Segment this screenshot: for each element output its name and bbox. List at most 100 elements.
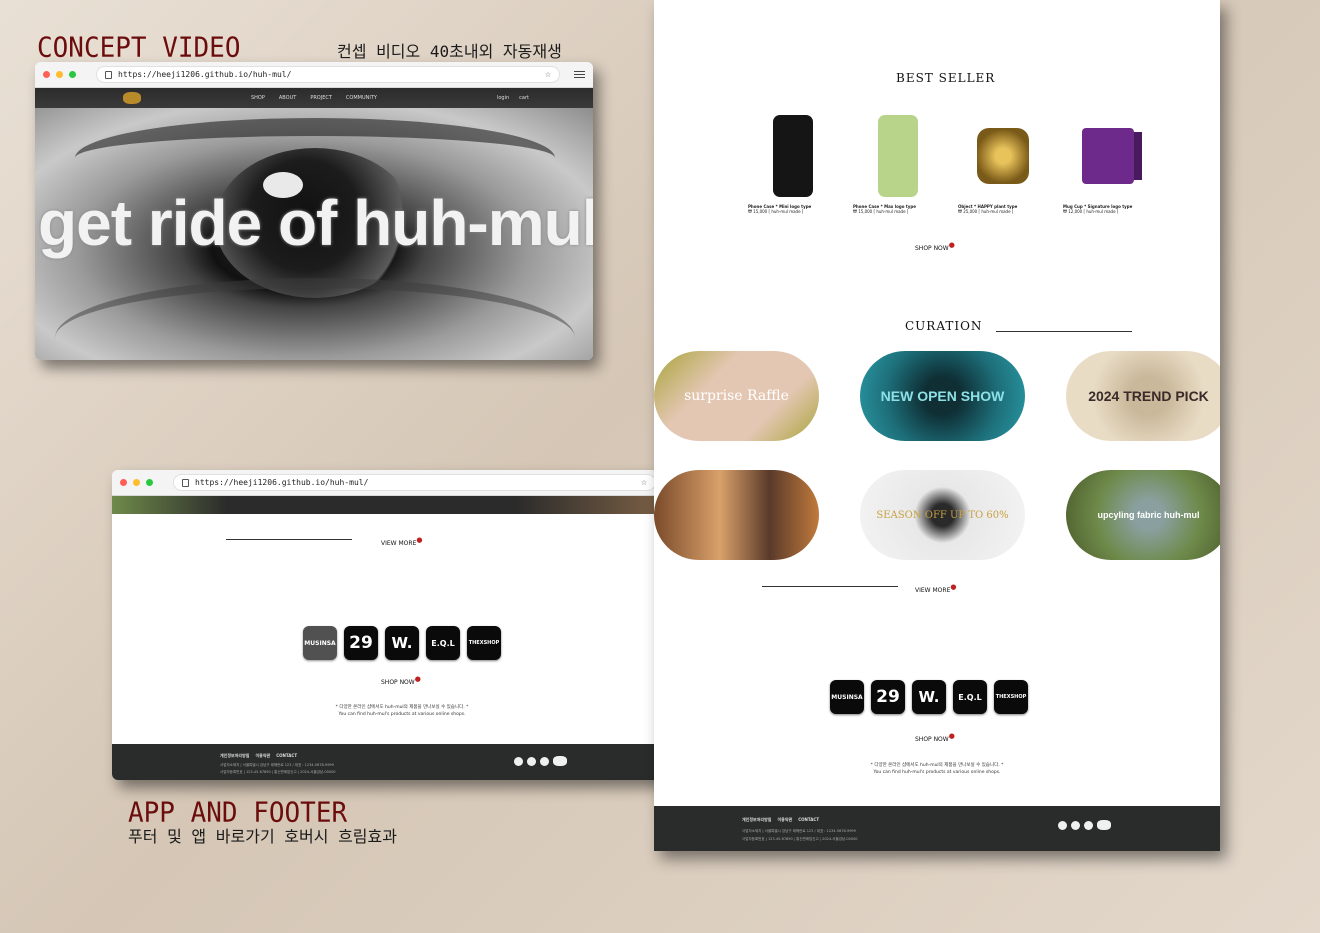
phone-case-image [878, 115, 918, 197]
logo-icon[interactable] [123, 92, 141, 104]
footer-social-icons [514, 756, 567, 766]
bookmark-star-icon[interactable]: ☆ [641, 477, 647, 488]
concept-video[interactable]: get ride of huh-mul [35, 108, 593, 360]
minimize-dot[interactable] [56, 71, 63, 78]
eql-app-icon[interactable]: E.Q.L [953, 680, 987, 714]
lock-icon [182, 478, 189, 487]
footer-info-1: 사업자소재지 | 서울특별시 강남구 테헤란로 123 / 대표 : 1234-… [742, 829, 856, 833]
address-bar[interactable]: https://heeji1206.github.io/huh-mul/ ☆ [173, 474, 656, 491]
product-price: ₩ 15,000 [ huh-mul made ] [748, 209, 804, 214]
concept-video-subtitle: 컨셉 비디오 40초내외 자동재생 [337, 42, 562, 61]
logo-icon[interactable] [553, 756, 567, 766]
thexshop-app-icon[interactable]: THEXSHOP [467, 626, 501, 660]
phone-case-image [773, 115, 813, 197]
note-korean: * 다양한 온라인 샵에서도 huh-mul의 제품을 만나보실 수 있습니다.… [335, 705, 469, 710]
close-dot[interactable] [120, 479, 127, 486]
shop-now-link[interactable]: SHOP NOW● [915, 732, 955, 743]
view-more-link[interactable]: VIEW MORE● [381, 536, 422, 547]
prev-arrow[interactable] [226, 539, 352, 540]
prev-arrow[interactable] [762, 586, 898, 587]
curation-card-label: surprise Raffle [684, 388, 789, 404]
online-shop-note: * 다양한 온라인 샵에서도 huh-mul의 제품을 만나보실 수 있습니다.… [807, 762, 1067, 776]
concept-video-title: CONCEPT VIDEO [37, 32, 241, 64]
app-footer-subtitle: 푸터 및 앱 바로가기 호버시 흐림효과 [128, 827, 397, 846]
nav-about[interactable]: ABOUT [279, 95, 296, 101]
concept-video-window: https://heeji1206.github.io/huh-mul/ ☆ S… [35, 62, 593, 360]
view-more-link[interactable]: VIEW MORE● [915, 583, 956, 594]
thexshop-app-icon[interactable]: THEXSHOP [994, 680, 1028, 714]
browser-toolbar: https://heeji1206.github.io/huh-mul/ ☆ [112, 470, 689, 496]
curation-card-trend-pick[interactable]: 2024 TREND PICK [1066, 351, 1220, 441]
curation-card-upcycling[interactable]: upcyling fabric huh-mul [1066, 470, 1220, 560]
shop-now-label: SHOP NOW [915, 736, 949, 743]
footer-info-2: 사업자등록번호 | 123-45-67890 | 통신판매업신고 | 2024-… [220, 770, 336, 774]
footer-privacy-link[interactable]: 개인정보처리방침 [742, 817, 771, 823]
curation-card-raffle[interactable]: surprise Raffle [654, 351, 819, 441]
instagram-icon[interactable] [1084, 820, 1093, 830]
shop-now-label: SHOP NOW [915, 245, 949, 252]
url-text: https://heeji1206.github.io/huh-mul/ [195, 478, 369, 487]
product-price: ₩ 12,000 [ huh-mul made ] [1063, 209, 1119, 214]
footer-terms-link[interactable]: 이용약관 [255, 753, 270, 759]
eql-app-icon[interactable]: E.Q.L [426, 626, 460, 660]
curation-title: CURATION [905, 319, 983, 333]
musinsa-app-icon[interactable]: MUSINSA [303, 626, 337, 660]
curation-card-label: SEASON OFF UP TO 60% [876, 509, 1009, 521]
note-english: You can find huh-mul's products at vario… [338, 712, 466, 717]
next-arrow[interactable] [996, 331, 1132, 332]
talk-icon[interactable] [514, 756, 523, 766]
nav-project[interactable]: PROJECT [310, 95, 332, 101]
youtube-icon[interactable] [1071, 820, 1080, 830]
view-more-label: VIEW MORE [915, 587, 951, 594]
shop-now-link[interactable]: SHOP NOW● [381, 675, 421, 686]
curation-card-label: 2024 TREND PICK [1088, 388, 1209, 404]
maximize-dot[interactable] [69, 71, 76, 78]
bookmark-star-icon[interactable]: ☆ [545, 69, 551, 80]
wconcept-app-icon[interactable]: W. [385, 626, 419, 660]
note-korean: * 다양한 온라인 샵에서도 huh-mul의 제품을 만나보실 수 있습니다.… [870, 763, 1004, 768]
footer: 개인정보처리방침 이용약관 CONTACT 사업자소재지 | 서울특별시 강남구… [112, 744, 689, 780]
app-footer-window: https://heeji1206.github.io/huh-mul/ ☆ V… [112, 470, 689, 780]
curation-card-label: upcyling fabric huh-mul [1097, 510, 1200, 520]
nav-cart[interactable]: cart [519, 95, 529, 101]
app-shortcuts: MUSINSA 29 W. E.Q.L THEXSHOP [303, 626, 501, 660]
curation-card-people[interactable] [654, 470, 819, 560]
logo-icon[interactable] [1097, 820, 1111, 830]
close-dot[interactable] [43, 71, 50, 78]
maximize-dot[interactable] [146, 479, 153, 486]
menu-icon[interactable] [574, 71, 585, 78]
online-shop-note: * 다양한 온라인 샵에서도 huh-mul의 제품을 만나보실 수 있습니다.… [272, 704, 532, 718]
red-dot: ● [416, 536, 423, 544]
musinsa-app-icon[interactable]: MUSINSA [830, 680, 864, 714]
minimize-dot[interactable] [133, 479, 140, 486]
footer-privacy-link[interactable]: 개인정보처리방침 [220, 753, 249, 759]
wconcept-app-icon[interactable]: W. [912, 680, 946, 714]
footer-links: 개인정보처리방침 이용약관 CONTACT [742, 817, 819, 823]
nav-shop[interactable]: SHOP [251, 95, 265, 101]
product-card[interactable]: Phone Case * Mini logo type ₩ 15,000 [ h… [748, 112, 838, 214]
product-card[interactable]: Object * HAPPY plant type ₩ 25,000 [ huh… [958, 112, 1048, 214]
mug-image [1082, 128, 1134, 184]
view-more-label: VIEW MORE [381, 540, 417, 547]
instagram-icon[interactable] [540, 756, 549, 766]
product-card[interactable]: Phone Case * Max logo type ₩ 15,000 [ hu… [853, 112, 943, 214]
footer-contact-link[interactable]: CONTACT [798, 817, 819, 823]
shop-now-link[interactable]: SHOP NOW● [915, 241, 955, 252]
nav-login[interactable]: login [497, 95, 509, 101]
footer-info-1: 사업자소재지 | 서울특별시 강남구 테헤란로 123 / 대표 : 1234-… [220, 763, 334, 767]
red-dot: ● [950, 583, 957, 591]
note-english: You can find huh-mul's products at vario… [873, 770, 1001, 775]
footer-contact-link[interactable]: CONTACT [276, 753, 297, 759]
nav-community[interactable]: COMMUNITY [346, 95, 377, 101]
product-price: ₩ 15,000 [ huh-mul made ] [853, 209, 909, 214]
curation-card-season-off[interactable]: SEASON OFF UP TO 60% [860, 470, 1025, 560]
site-nav-strip [112, 496, 689, 514]
address-bar[interactable]: https://heeji1206.github.io/huh-mul/ ☆ [96, 66, 560, 83]
29cm-app-icon[interactable]: 29 [871, 680, 905, 714]
29cm-app-icon[interactable]: 29 [344, 626, 378, 660]
footer-terms-link[interactable]: 이용약관 [777, 817, 792, 823]
talk-icon[interactable] [1058, 820, 1067, 830]
youtube-icon[interactable] [527, 756, 536, 766]
curation-card-new-open[interactable]: NEW OPEN SHOW [860, 351, 1025, 441]
product-card[interactable]: Mug Cup * Signature logo type ₩ 12,000 [… [1063, 112, 1153, 214]
